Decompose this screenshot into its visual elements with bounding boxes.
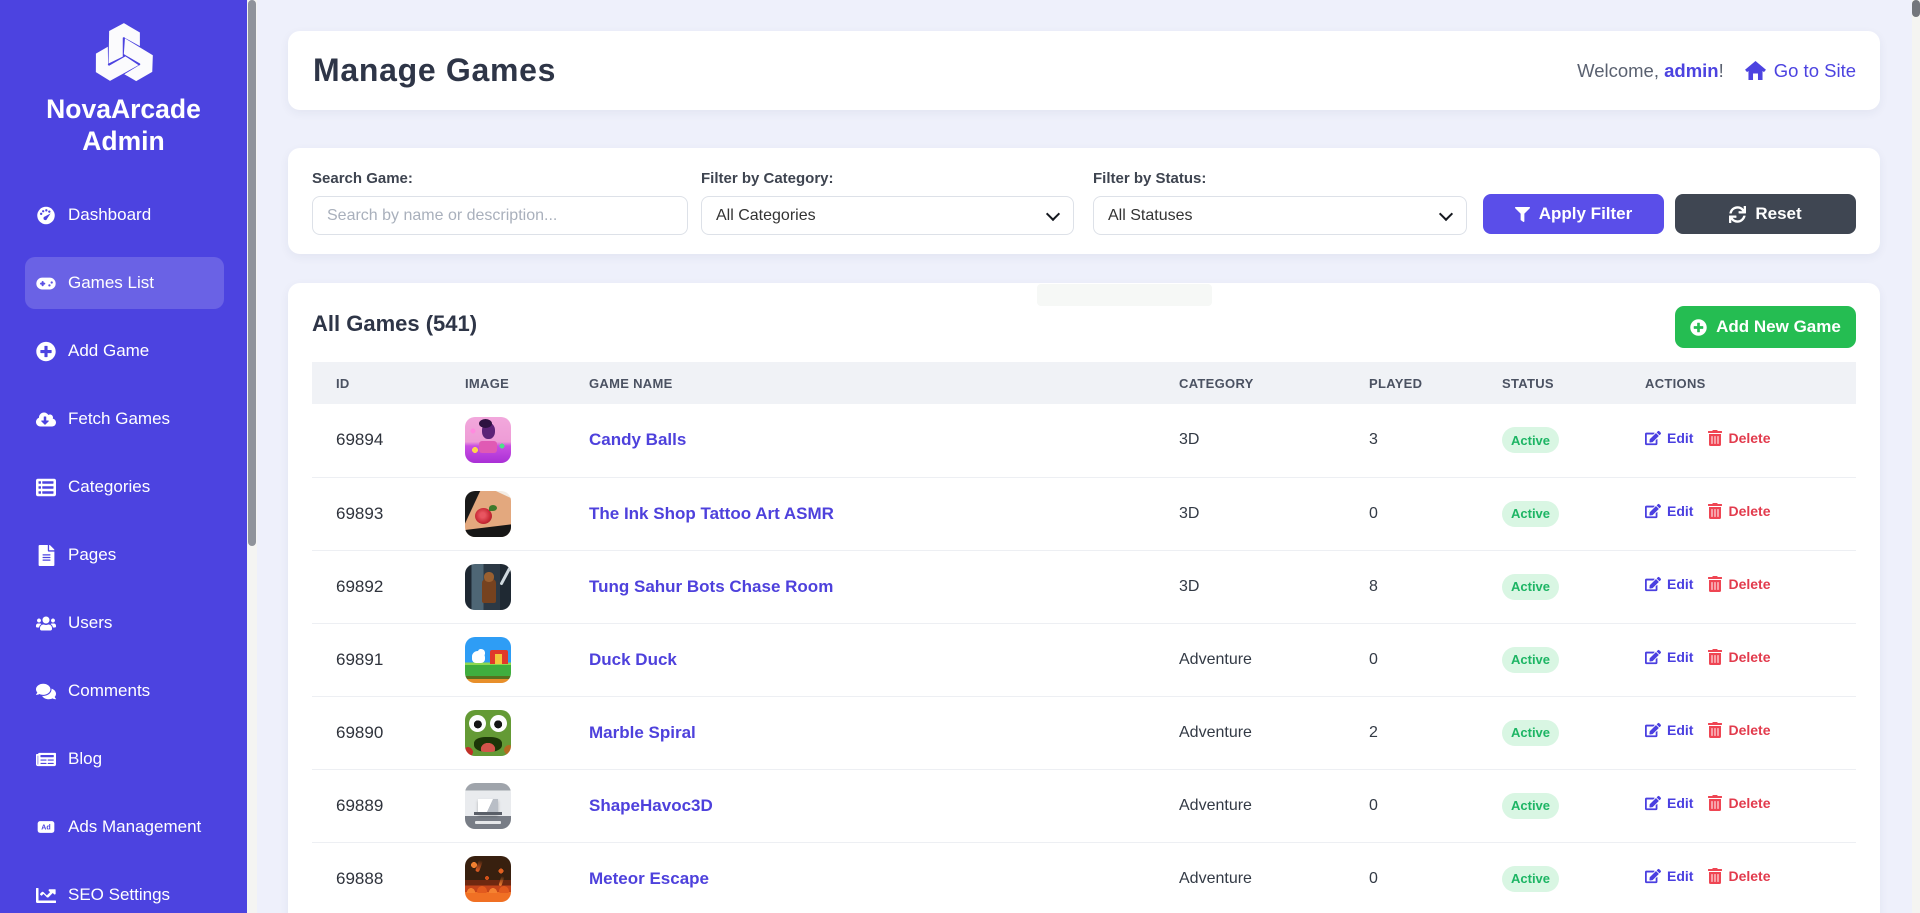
svg-text:Ad: Ad	[41, 824, 50, 832]
